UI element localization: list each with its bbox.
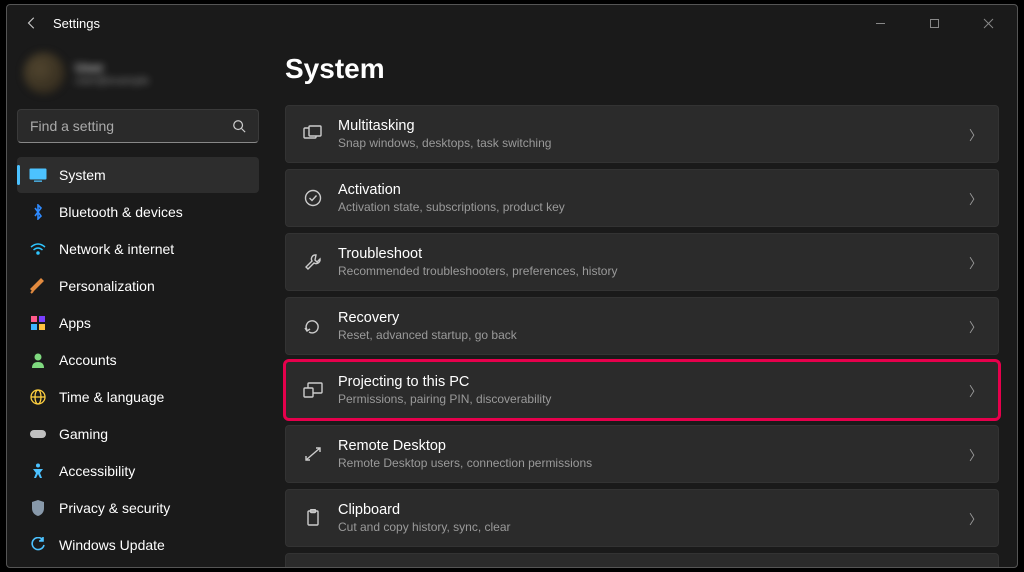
item-remote-desktop[interactable]: Remote Desktop Remote Desktop users, con… (285, 425, 999, 483)
clipboard-icon (302, 507, 324, 529)
bluetooth-icon (29, 203, 47, 221)
multitask-icon (302, 123, 324, 145)
close-button[interactable] (965, 8, 1011, 38)
gamepad-icon (29, 425, 47, 443)
item-sub: Remote Desktop users, connection permiss… (338, 456, 961, 470)
sidebar-item-accounts[interactable]: Accounts (17, 342, 259, 378)
item-title: Remote Desktop (338, 438, 961, 454)
wrench-icon (302, 251, 324, 273)
sidebar-item-label: Apps (59, 315, 91, 331)
sidebar-item-apps[interactable]: Apps (17, 305, 259, 341)
sidebar-item-bluetooth[interactable]: Bluetooth & devices (17, 194, 259, 230)
sidebar-item-gaming[interactable]: Gaming (17, 416, 259, 452)
chevron-right-icon: 〉 (969, 253, 982, 272)
search-input[interactable] (30, 118, 224, 134)
sidebar-item-time-language[interactable]: Time & language (17, 379, 259, 415)
account-area[interactable]: User user@example (17, 45, 259, 101)
sidebar-item-privacy[interactable]: Privacy & security (17, 490, 259, 526)
sidebar-item-label: Windows Update (59, 537, 165, 553)
sidebar-item-label: Personalization (59, 278, 155, 294)
item-title: Multitasking (338, 118, 961, 134)
sidebar-item-label: Gaming (59, 426, 108, 442)
account-sub: user@example (75, 75, 149, 87)
minimize-button[interactable] (857, 8, 903, 38)
chevron-right-icon: 〉 (969, 381, 982, 400)
window-title: Settings (53, 16, 100, 31)
chevron-right-icon: 〉 (969, 317, 982, 336)
item-sub: Reset, advanced startup, go back (338, 328, 961, 342)
item-title: Troubleshoot (338, 246, 961, 262)
item-sub: Snap windows, desktops, task switching (338, 136, 961, 150)
item-title: Projecting to this PC (338, 374, 961, 390)
titlebar: Settings (7, 5, 1017, 41)
sidebar-item-label: Time & language (59, 389, 164, 405)
paintbrush-icon (29, 277, 47, 295)
sidebar-item-label: System (59, 167, 106, 183)
item-sub: Activation state, subscriptions, product… (338, 200, 961, 214)
check-circle-icon (302, 187, 324, 209)
accessibility-icon (29, 462, 47, 480)
sidebar-item-label: Network & internet (59, 241, 174, 257)
system-icon (29, 166, 47, 184)
item-title: Clipboard (338, 502, 961, 518)
sidebar-item-label: Bluetooth & devices (59, 204, 183, 220)
account-name: User (75, 60, 149, 75)
back-arrow-icon[interactable] (25, 16, 39, 30)
settings-list: Multitasking Snap windows, desktops, tas… (285, 105, 999, 567)
main-content: System Multitasking Snap windows, deskto… (267, 41, 1017, 567)
item-sub: Permissions, pairing PIN, discoverabilit… (338, 392, 961, 406)
item-sub: Cut and copy history, sync, clear (338, 520, 961, 534)
item-troubleshoot[interactable]: Troubleshoot Recommended troubleshooters… (285, 233, 999, 291)
avatar (23, 52, 65, 94)
shield-icon (29, 499, 47, 517)
item-multitasking[interactable]: Multitasking Snap windows, desktops, tas… (285, 105, 999, 163)
item-recovery[interactable]: Recovery Reset, advanced startup, go bac… (285, 297, 999, 355)
sidebar-item-accessibility[interactable]: Accessibility (17, 453, 259, 489)
sidebar: User user@example System (7, 41, 267, 567)
sidebar-item-system[interactable]: System (17, 157, 259, 193)
remote-icon (302, 443, 324, 465)
item-title: Activation (338, 182, 961, 198)
sidebar-item-label: Accounts (59, 352, 117, 368)
sidebar-item-personalization[interactable]: Personalization (17, 268, 259, 304)
globe-icon (29, 388, 47, 406)
item-sub: Recommended troubleshooters, preferences… (338, 264, 961, 278)
chevron-right-icon: 〉 (969, 125, 982, 144)
search-box[interactable] (17, 109, 259, 143)
refresh-icon (29, 536, 47, 554)
person-icon (29, 351, 47, 369)
maximize-button[interactable] (911, 8, 957, 38)
chevron-right-icon: 〉 (969, 189, 982, 208)
item-projecting-to-this-pc[interactable]: Projecting to this PC Permissions, pairi… (285, 361, 999, 419)
wifi-icon (29, 240, 47, 258)
nav-list: System Bluetooth & devices Network & int… (17, 157, 259, 563)
sidebar-item-label: Accessibility (59, 463, 135, 479)
sidebar-item-windows-update[interactable]: Windows Update (17, 527, 259, 563)
chevron-right-icon: 〉 (969, 509, 982, 528)
search-icon (232, 119, 246, 133)
recovery-icon (302, 315, 324, 337)
item-title: Recovery (338, 310, 961, 326)
item-title: About (338, 566, 961, 567)
apps-icon (29, 314, 47, 332)
item-clipboard[interactable]: Clipboard Cut and copy history, sync, cl… (285, 489, 999, 547)
item-about[interactable]: About Device specifications, rename PC, … (285, 553, 999, 567)
chevron-right-icon: 〉 (969, 445, 982, 464)
page-title: System (285, 53, 999, 85)
sidebar-item-network[interactable]: Network & internet (17, 231, 259, 267)
item-activation[interactable]: Activation Activation state, subscriptio… (285, 169, 999, 227)
settings-window: Settings User user@example (6, 4, 1018, 568)
project-icon (302, 379, 324, 401)
sidebar-item-label: Privacy & security (59, 500, 170, 516)
